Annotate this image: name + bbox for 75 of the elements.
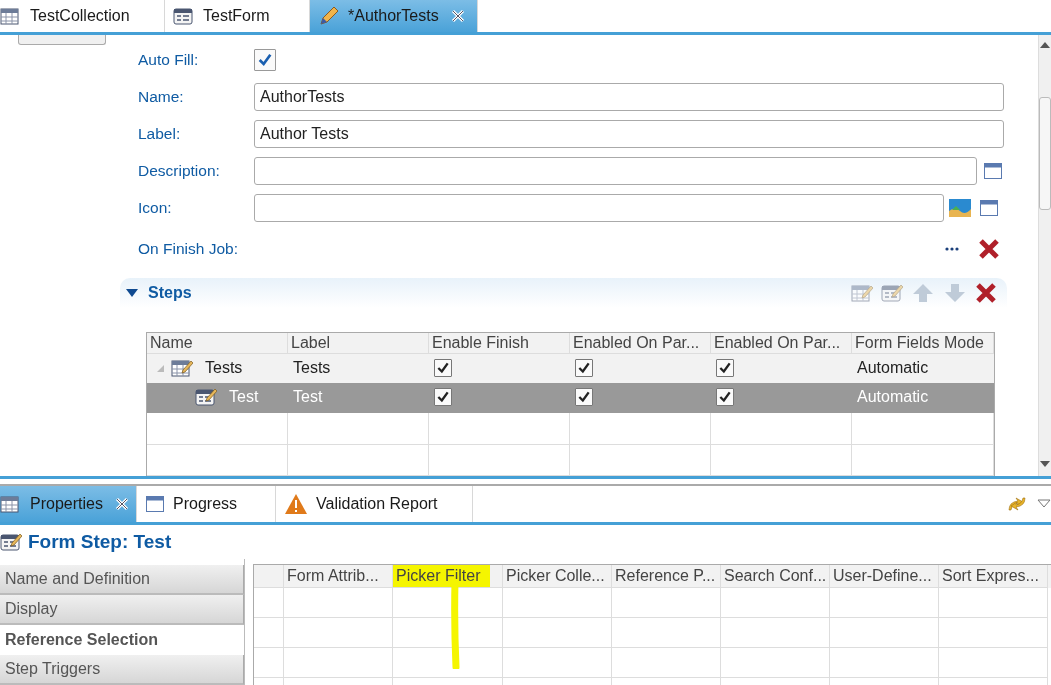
column-header[interactable]: Enable Finish <box>429 334 529 352</box>
checkbox[interactable] <box>434 388 452 407</box>
edit-table-icon <box>171 357 193 378</box>
step-label: Tests <box>293 358 331 377</box>
text-field[interactable]: Author Tests <box>254 120 1004 148</box>
column-header[interactable]: Search Conf... <box>721 567 827 585</box>
close-icon[interactable] <box>450 9 465 23</box>
column-header[interactable]: Enabled On Par... <box>711 334 841 352</box>
checkbox[interactable] <box>575 358 593 377</box>
column-header[interactable]: Form Attrib... <box>284 567 379 585</box>
checkbox[interactable] <box>716 388 734 407</box>
field-label: Icon: <box>138 199 173 217</box>
field-label: Name: <box>138 88 185 106</box>
section-tab[interactable]: Display <box>0 595 244 625</box>
close-icon[interactable] <box>114 497 129 511</box>
section-title: Steps <box>148 284 192 302</box>
delete-icon[interactable] <box>975 282 997 304</box>
auto-fill-checkbox[interactable] <box>254 49 276 71</box>
warning-icon <box>284 493 308 515</box>
checkmark-icon <box>436 360 450 375</box>
more-icon[interactable] <box>944 246 960 252</box>
text-field[interactable] <box>254 194 944 222</box>
form-fields-mode: Automatic <box>857 358 929 377</box>
field-label: On Finish Job: <box>138 240 239 258</box>
scroll-thumb[interactable] <box>1039 97 1051 210</box>
field-label: Description: <box>138 162 221 180</box>
editor-tab[interactable]: *AuthorTests <box>310 0 478 32</box>
collapse-icon[interactable] <box>126 288 138 298</box>
checkmark-icon <box>718 360 732 375</box>
column-header[interactable]: Picker Filter <box>393 567 481 585</box>
checkmark-icon <box>718 390 732 405</box>
field-label: Label: <box>138 125 182 143</box>
field-label: Auto Fill: <box>138 51 200 69</box>
checkbox[interactable] <box>716 358 734 377</box>
step-name: Test <box>229 388 259 407</box>
add-form-icon[interactable] <box>881 283 903 303</box>
window-icon[interactable] <box>979 199 999 217</box>
checkmark-icon <box>257 52 273 68</box>
text-field[interactable] <box>254 157 977 185</box>
checkmark-icon <box>577 390 591 405</box>
edit-form-icon <box>195 387 217 408</box>
section-tab[interactable]: Name and Definition <box>0 565 244 595</box>
checkmark-icon <box>577 360 591 375</box>
column-header[interactable]: Form Fields Mode <box>852 334 984 352</box>
section-tab[interactable]: Step Triggers <box>0 655 244 685</box>
editor-tab[interactable]: TestCollection <box>0 0 165 32</box>
edit-form-icon <box>0 532 22 552</box>
pencil-icon <box>318 5 340 27</box>
delete-icon[interactable] <box>978 238 1000 260</box>
properties-title: Form Step: Test <box>28 531 172 553</box>
scroll-up-icon[interactable] <box>1040 41 1050 49</box>
checkmark-icon <box>436 390 450 405</box>
form-fields-mode: Automatic <box>857 388 929 407</box>
scroll-down-icon[interactable] <box>1040 460 1050 468</box>
table-icon <box>0 6 22 26</box>
column-header[interactable]: Name <box>147 334 193 352</box>
view-menu-icon[interactable] <box>1037 499 1051 509</box>
checkbox[interactable] <box>575 388 593 407</box>
column-header[interactable]: Enabled On Par... <box>570 334 700 352</box>
image-icon[interactable] <box>949 198 971 218</box>
text-field[interactable]: AuthorTests <box>254 83 1004 111</box>
scrollbar[interactable] <box>1038 35 1051 476</box>
step-label: Test <box>293 388 323 407</box>
view-tab[interactable]: Properties <box>0 486 137 522</box>
column-header[interactable]: Reference P... <box>612 567 716 585</box>
window-icon <box>145 495 165 513</box>
checkbox[interactable] <box>434 358 452 377</box>
column-header[interactable]: Label <box>288 334 331 352</box>
column-header[interactable]: User-Define... <box>830 567 932 585</box>
step-name: Tests <box>205 358 243 377</box>
column-header[interactable]: Sort Expres... <box>939 567 1039 585</box>
column-header[interactable]: Picker Colle... <box>503 567 605 585</box>
window-icon[interactable] <box>983 162 1003 180</box>
table-icon <box>0 494 22 514</box>
form-icon <box>173 6 195 26</box>
